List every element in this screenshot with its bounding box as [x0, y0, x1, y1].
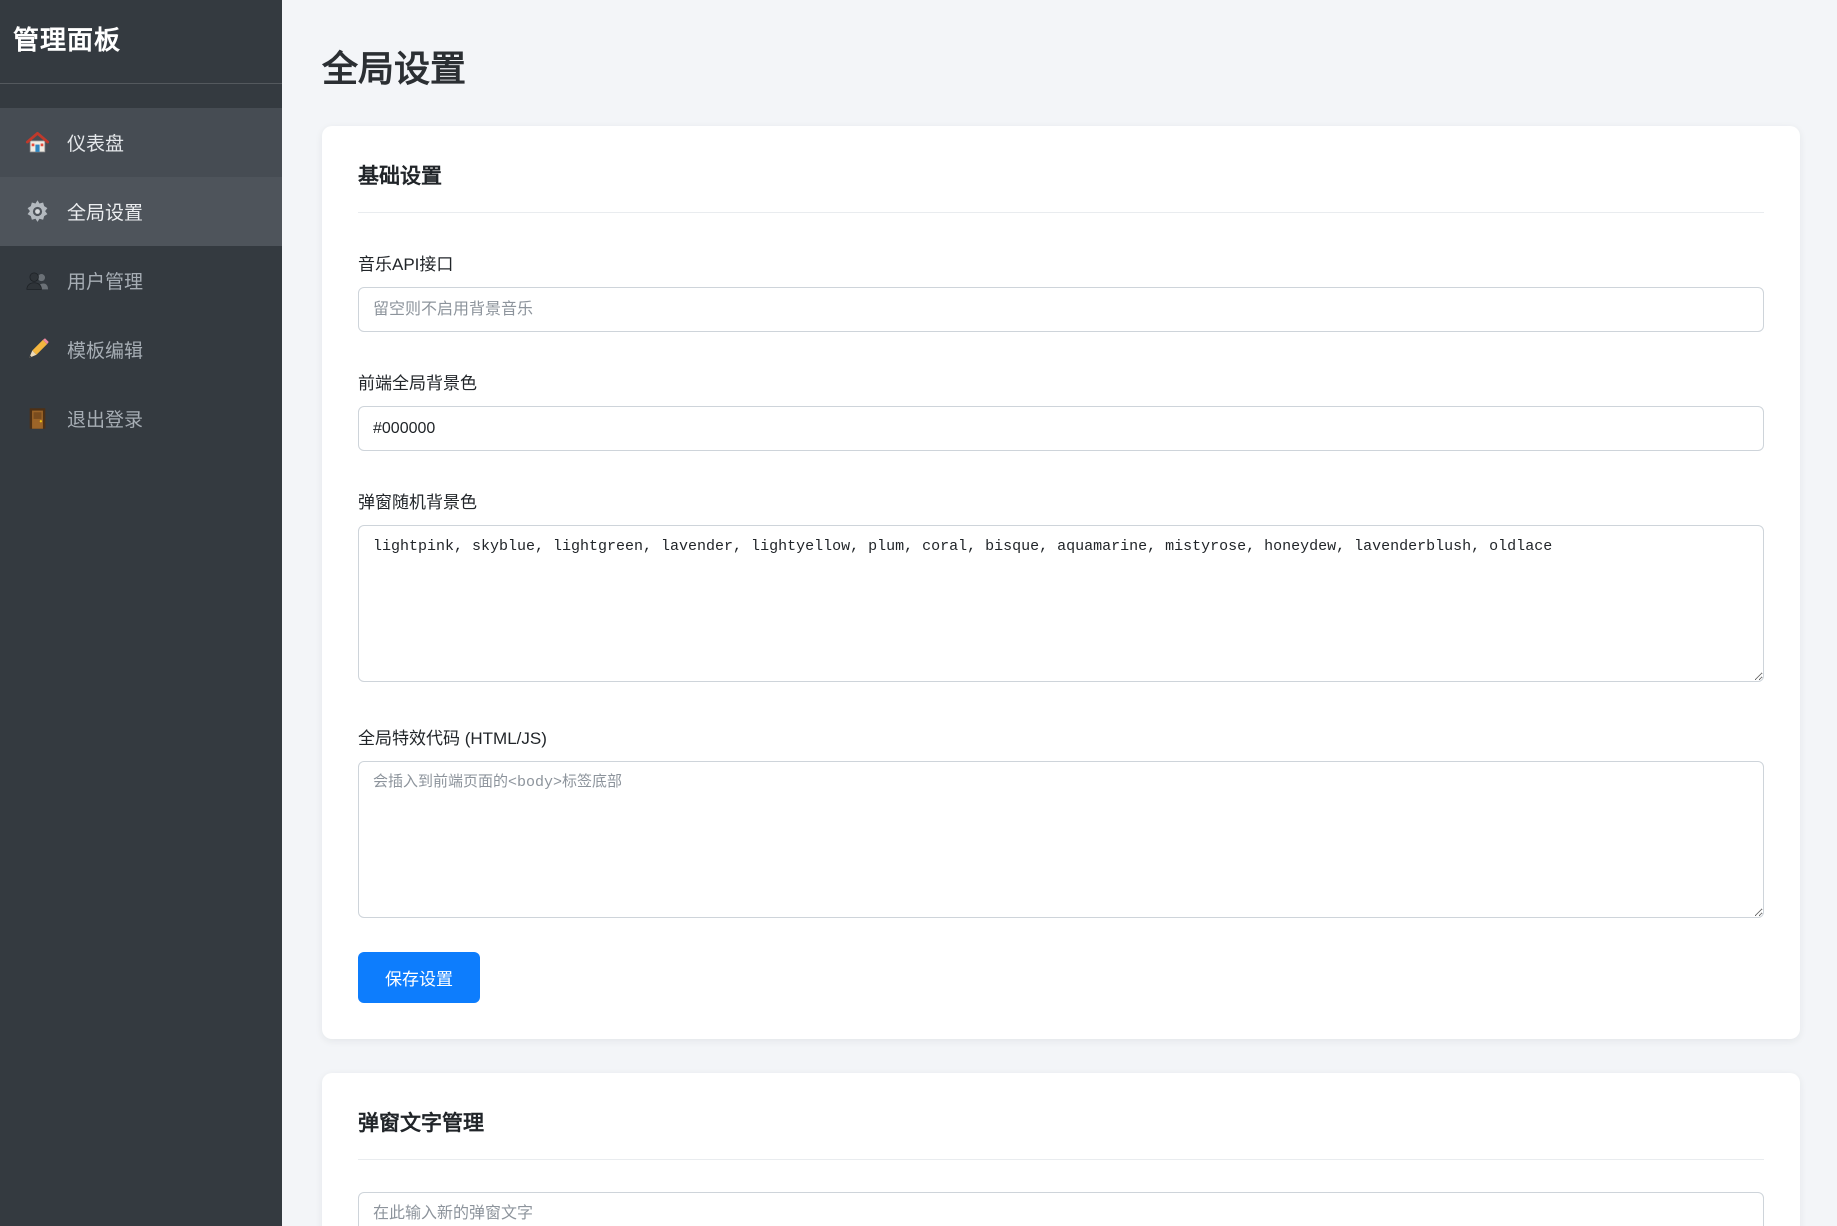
sidebar-item-label: 仪表盘 — [67, 129, 124, 156]
global-effect-code-group: 全局特效代码 (HTML/JS) — [358, 724, 1764, 923]
sidebar: 管理面板 仪表盘 全局设置 — [0, 0, 282, 1226]
music-api-group: 音乐API接口 — [358, 250, 1764, 332]
popup-random-bg-group: 弹窗随机背景色 lightpink, skyblue, lightgreen, … — [358, 488, 1764, 687]
global-effect-code-textarea[interactable] — [358, 761, 1764, 918]
popup-text-card-title: 弹窗文字管理 — [358, 1107, 1764, 1160]
sidebar-nav: 仪表盘 全局设置 用户管理 — [0, 108, 282, 453]
global-effect-code-label: 全局特效代码 (HTML/JS) — [358, 724, 1764, 749]
popup-random-bg-label: 弹窗随机背景色 — [358, 488, 1764, 513]
sidebar-item-label: 退出登录 — [67, 405, 143, 432]
save-settings-button[interactable]: 保存设置 — [358, 952, 480, 1003]
popup-text-card: 弹窗文字管理 添加 — [322, 1073, 1800, 1226]
door-icon — [24, 406, 50, 432]
sidebar-item-template-edit[interactable]: 模板编辑 — [0, 315, 282, 384]
global-bg-color-input[interactable] — [358, 406, 1764, 451]
new-popup-text-input[interactable] — [358, 1192, 1764, 1226]
gear-icon — [24, 199, 50, 225]
global-bg-color-group: 前端全局背景色 — [358, 369, 1764, 451]
global-bg-color-label: 前端全局背景色 — [358, 369, 1764, 394]
sidebar-item-label: 模板编辑 — [67, 336, 143, 363]
music-api-input[interactable] — [358, 287, 1764, 332]
sidebar-item-label: 全局设置 — [67, 198, 143, 225]
new-popup-text-group: 添加 — [358, 1192, 1764, 1226]
basic-settings-card: 基础设置 音乐API接口 前端全局背景色 弹窗随机背景色 lightpink, … — [322, 126, 1800, 1039]
basic-settings-card-title: 基础设置 — [358, 160, 1764, 213]
music-api-label: 音乐API接口 — [358, 250, 1764, 275]
main-content: 全局设置 基础设置 音乐API接口 前端全局背景色 弹窗随机背景色 lightp… — [282, 0, 1837, 1226]
house-icon — [24, 130, 50, 156]
page-title: 全局设置 — [322, 40, 1800, 92]
users-icon — [24, 268, 50, 294]
sidebar-item-label: 用户管理 — [67, 267, 143, 294]
sidebar-item-user-management[interactable]: 用户管理 — [0, 246, 282, 315]
sidebar-item-dashboard[interactable]: 仪表盘 — [0, 108, 282, 177]
pencil-icon — [24, 337, 50, 363]
sidebar-title: 管理面板 — [0, 0, 282, 84]
sidebar-item-logout[interactable]: 退出登录 — [0, 384, 282, 453]
popup-random-bg-textarea[interactable]: lightpink, skyblue, lightgreen, lavender… — [358, 525, 1764, 682]
sidebar-item-global-settings[interactable]: 全局设置 — [0, 177, 282, 246]
